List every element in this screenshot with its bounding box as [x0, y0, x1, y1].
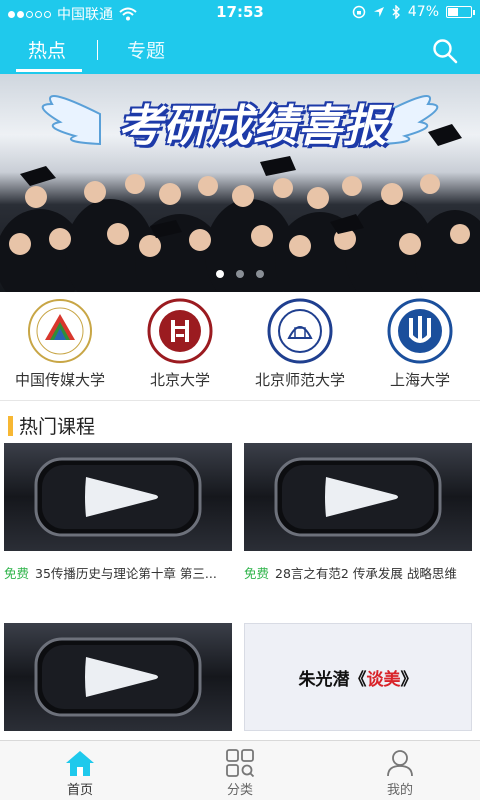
course-thumbnail[interactable]	[4, 443, 232, 551]
course-title: 28言之有范2 传承发展 战略思维	[275, 566, 457, 581]
bluetooth-icon	[392, 5, 400, 19]
nav-home[interactable]: 首页	[0, 741, 160, 800]
nav-label: 分类	[226, 783, 253, 798]
course-card-2[interactable]: 免费 28言之有范2 传承发展 战略思维	[244, 443, 472, 582]
course-title: 35传播历史与理论第十章 第三...	[35, 566, 217, 581]
nav-category[interactable]: 分类	[160, 741, 320, 800]
thumbnail-title-part: 》	[400, 669, 418, 690]
carousel-dot-1[interactable]	[216, 270, 224, 278]
carousel-indicator	[0, 270, 480, 278]
tab-hot[interactable]: 热点	[28, 36, 66, 63]
university-shu[interactable]: 上海大学	[360, 292, 480, 400]
profile-icon	[387, 750, 413, 777]
carousel-dot-2[interactable]	[236, 270, 244, 278]
free-badge: 免费	[244, 566, 270, 581]
course-card-1[interactable]: 免费 35传播历史与理论第十章 第三...	[4, 443, 232, 582]
banner-title: 考研成绩喜报	[118, 101, 388, 152]
pku-logo	[147, 298, 213, 364]
section-header: 热门课程	[8, 412, 95, 439]
course-card-3[interactable]	[4, 623, 232, 731]
play-icon	[34, 637, 202, 717]
university-name: 上海大学	[389, 371, 450, 389]
tab-divider	[97, 40, 98, 60]
location-icon	[373, 7, 384, 17]
university-name: 中国传媒大学	[14, 371, 105, 389]
section-marker	[8, 415, 13, 436]
course-meta: 免费 28言之有范2 传承发展 战略思维	[244, 563, 472, 582]
course-thumbnail[interactable]	[244, 443, 472, 551]
course-thumbnail[interactable]	[4, 623, 232, 731]
university-cuc[interactable]: 中国传媒大学	[0, 292, 120, 400]
battery-percent: 47%	[407, 4, 439, 20]
course-thumbnail[interactable]: 朱光潜《谈美》	[244, 623, 472, 731]
university-bnu[interactable]: 北京师范大学	[240, 292, 360, 400]
shu-logo	[387, 298, 453, 364]
university-pku[interactable]: 北京大学	[120, 292, 240, 400]
cuc-logo	[28, 299, 92, 363]
category-icon	[226, 749, 255, 777]
rotation-lock-icon	[352, 5, 366, 19]
top-header: 热点 专题	[0, 26, 480, 74]
nav-label: 我的	[386, 783, 413, 798]
status-right: 47%	[352, 4, 475, 20]
section-divider	[0, 400, 480, 401]
nav-label: 首页	[66, 783, 93, 798]
university-name: 北京大学	[149, 371, 210, 389]
thumbnail-title: 朱光潜《谈美》	[299, 665, 418, 690]
tab-topic[interactable]: 专题	[127, 36, 165, 63]
play-icon	[34, 457, 202, 537]
carousel-dot-3[interactable]	[256, 270, 264, 278]
play-icon	[274, 457, 442, 537]
thumbnail-title-part: 朱光潜《	[298, 669, 367, 690]
course-card-4[interactable]: 朱光潜《谈美》	[244, 623, 472, 731]
bottom-nav: 首页 分类 我的	[0, 740, 480, 800]
home-icon	[66, 751, 94, 776]
battery-fill	[448, 8, 458, 16]
university-list: 中国传媒大学 北京大学 北京师范大学 上海大学	[0, 292, 480, 400]
active-tab-indicator	[16, 69, 82, 72]
nav-profile[interactable]: 我的	[320, 741, 480, 800]
section-title: 热门课程	[19, 416, 96, 438]
free-badge: 免费	[4, 566, 30, 581]
search-icon[interactable]	[432, 38, 458, 64]
status-bar: 中国联通 17:53 47%	[0, 0, 480, 26]
university-name: 北京师范大学	[254, 371, 345, 389]
course-meta: 免费 35传播历史与理论第十章 第三...	[4, 563, 232, 582]
bnu-logo	[267, 298, 333, 364]
battery-icon	[446, 6, 475, 18]
banner-carousel[interactable]: 考研成绩喜报	[0, 74, 480, 292]
thumbnail-title-highlight: 谈美	[366, 669, 401, 690]
